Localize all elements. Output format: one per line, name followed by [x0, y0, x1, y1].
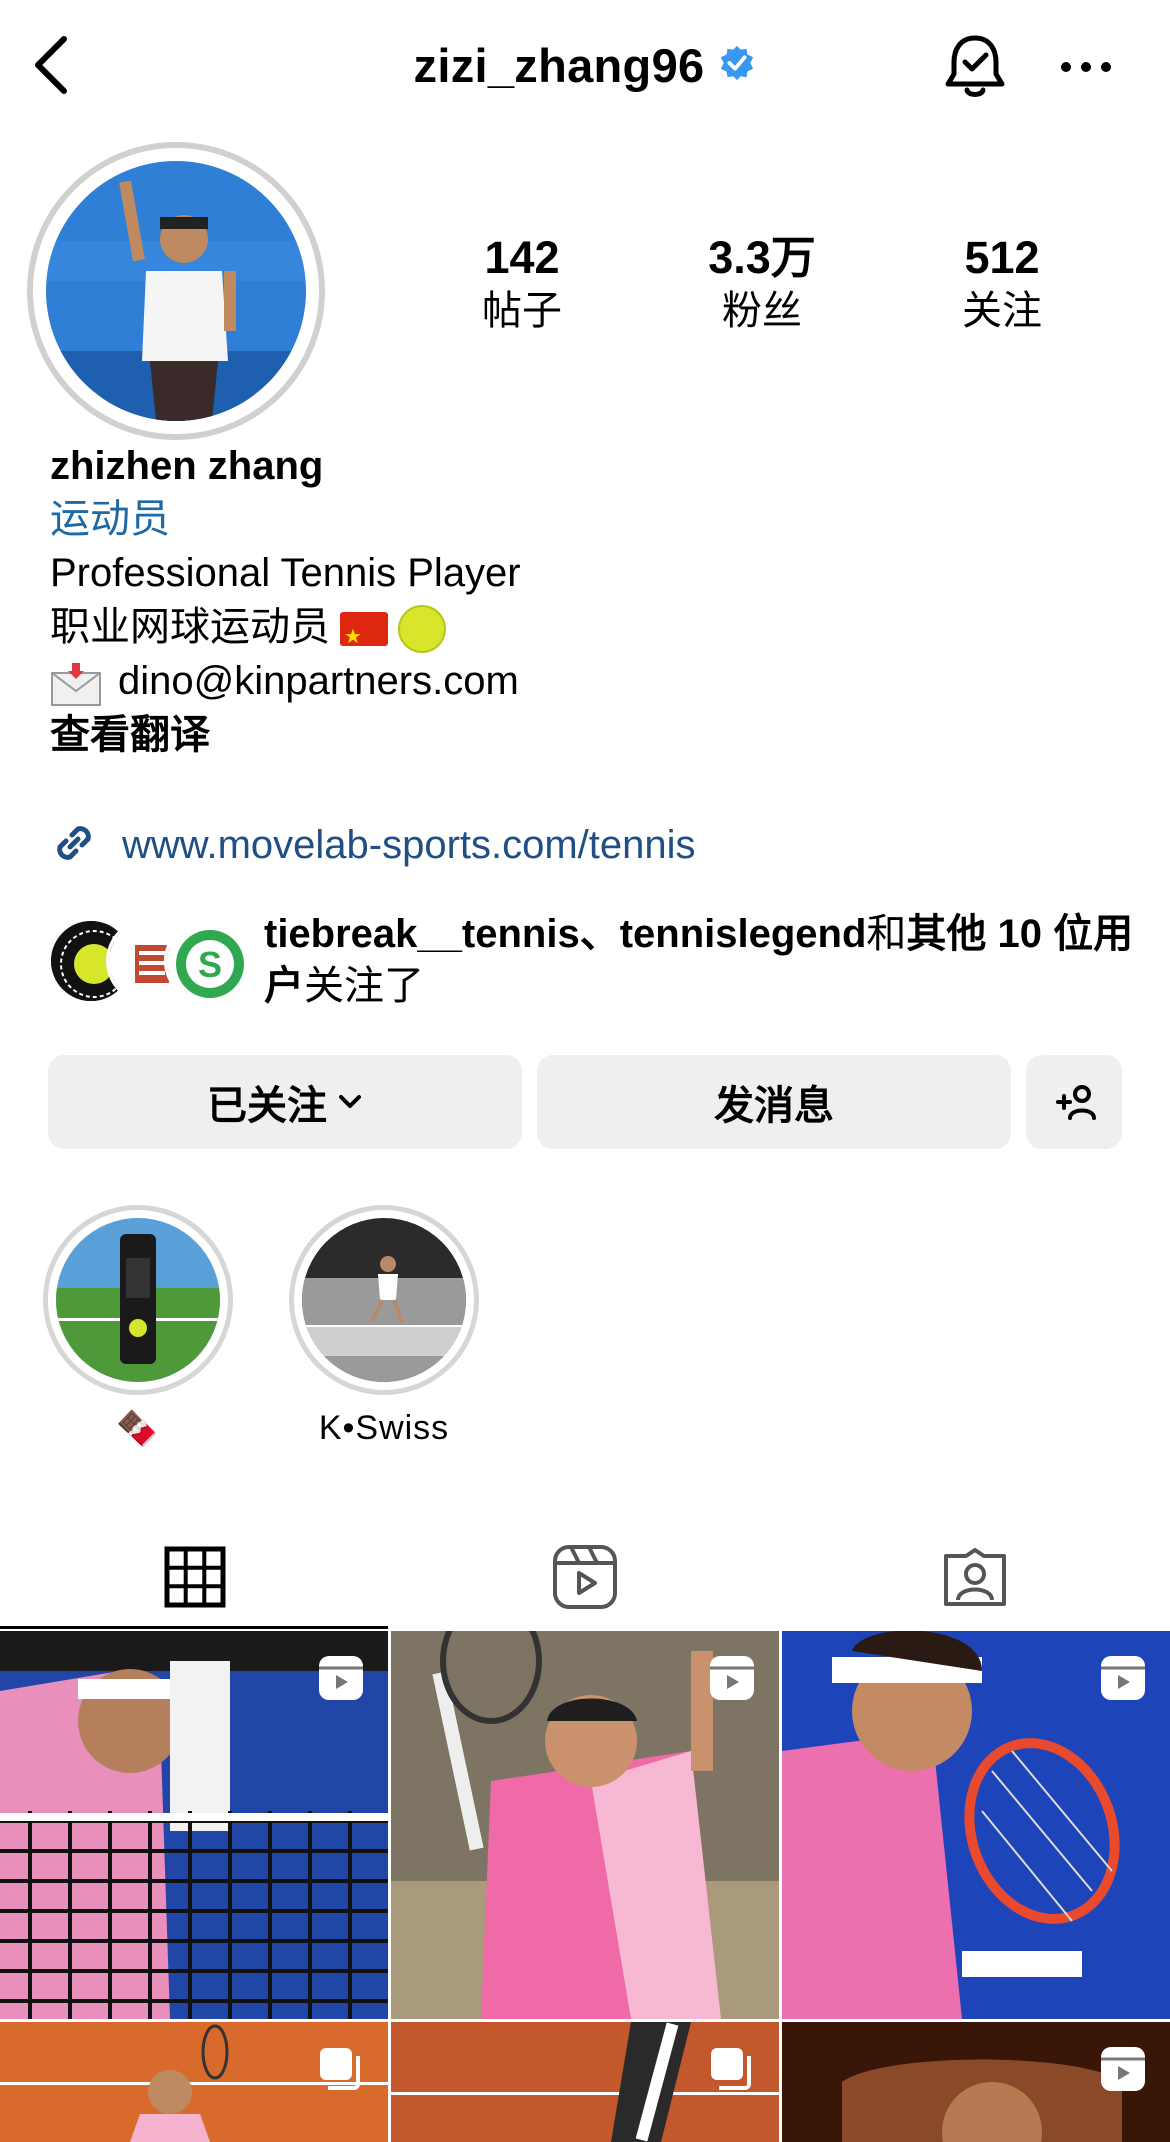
posts-label: 帖子 — [482, 289, 562, 333]
bio-email[interactable]: dino@kinpartners.com — [118, 659, 519, 703]
highlight-label: K•Swiss — [318, 1409, 450, 1447]
bio-line-2: 职业网球运动员 — [50, 605, 330, 649]
followed-by-avatars: S — [48, 918, 250, 1006]
bio-line-1: Professional Tennis Player — [50, 551, 521, 595]
envelope-icon — [50, 663, 102, 707]
top-bar: zizi_zhang96 — [0, 0, 1170, 134]
tab-tagged[interactable] — [780, 1525, 1170, 1629]
profile-bio: zhizhen zhang 运动员 Professional Tennis Pl… — [50, 440, 1140, 762]
suggested-users-button[interactable] — [1026, 1055, 1122, 1149]
external-link[interactable]: www.movelab-sports.com/tennis — [48, 815, 696, 875]
followed-by[interactable]: S tiebreak__tennis、tennislegend和其他 10 位用… — [48, 908, 1138, 1008]
profile-avatar[interactable] — [46, 161, 306, 421]
carousel-badge-icon — [316, 2044, 366, 2094]
link-icon — [48, 817, 100, 874]
followers-stat[interactable]: 3.3万 粉丝 — [662, 232, 862, 336]
post-tile[interactable] — [0, 1631, 388, 2019]
story-highlight-2[interactable]: K•Swiss — [289, 1205, 479, 1448]
add-person-icon — [1050, 1082, 1098, 1122]
posts-stat[interactable]: 142 帖子 — [422, 232, 622, 336]
followed-by-text: tiebreak__tennis、tennislegend和其他 10 位用户关… — [264, 908, 1144, 1012]
follower-avatar-other: S — [164, 918, 250, 1004]
highlight-cover — [302, 1218, 466, 1382]
following-button[interactable]: 已关注 — [48, 1055, 522, 1149]
following-label: 关注 — [962, 289, 1042, 333]
link-url[interactable]: www.movelab-sports.com/tennis — [122, 823, 696, 868]
reel-badge-icon — [707, 1653, 757, 1703]
following-count: 512 — [964, 232, 1040, 283]
profile-category[interactable]: 运动员 — [50, 492, 1140, 546]
highlight-ring — [43, 1205, 233, 1395]
active-tab-indicator — [0, 1626, 388, 1629]
verified-badge-icon — [718, 38, 756, 93]
highlight-label: 🍫 — [116, 1410, 160, 1448]
posts-count: 142 — [484, 232, 560, 283]
post-tile[interactable] — [391, 2022, 779, 2142]
profile-stats: 142 帖子 3.3万 粉丝 512 关注 — [400, 232, 1120, 342]
reel-badge-icon — [316, 1653, 366, 1703]
grid-icon — [164, 1546, 226, 1608]
carousel-badge-icon — [707, 2044, 757, 2094]
followed-by-names: tiebreak__tennis、tennislegend — [264, 912, 867, 956]
post-tile[interactable] — [391, 1631, 779, 2019]
reel-badge-icon — [1098, 1653, 1148, 1703]
tab-reels[interactable] — [390, 1525, 780, 1629]
highlight-cover — [56, 1218, 220, 1382]
username-text: zizi_zhang96 — [413, 39, 705, 92]
followers-count: 3.3万 — [708, 232, 816, 283]
display-name: zhizhen zhang — [50, 444, 324, 488]
message-button[interactable]: 发消息 — [537, 1055, 1011, 1149]
profile-tabs — [0, 1525, 1170, 1629]
reels-icon — [551, 1543, 619, 1611]
message-button-label: 发消息 — [714, 1084, 834, 1128]
followed-by-suffix: 关注了 — [304, 964, 424, 1008]
tab-posts[interactable] — [0, 1525, 390, 1629]
notification-bell-icon[interactable] — [940, 30, 1010, 104]
see-translation-link[interactable]: 查看翻译 — [50, 708, 1140, 762]
tennis-ball-icon — [398, 605, 446, 654]
bio-email-row: dino@kinpartners.com — [50, 654, 1140, 708]
followed-by-and: 和 — [866, 912, 907, 956]
following-stat[interactable]: 512 关注 — [902, 232, 1102, 336]
bio-line-2-row: 职业网球运动员 — [50, 600, 1140, 664]
chevron-down-icon — [337, 1093, 363, 1111]
following-button-label: 已关注 — [207, 1084, 327, 1128]
more-options-icon[interactable] — [1058, 50, 1114, 84]
tagged-icon — [942, 1546, 1008, 1608]
post-tile[interactable] — [782, 2022, 1170, 2142]
svg-text:S: S — [198, 944, 222, 985]
followers-label: 粉丝 — [722, 289, 802, 333]
highlight-ring — [289, 1205, 479, 1395]
china-flag-icon — [340, 610, 388, 664]
reel-badge-icon — [1098, 2044, 1148, 2094]
post-tile[interactable] — [782, 1631, 1170, 2019]
story-highlight-1[interactable]: 🍫 — [43, 1205, 233, 1449]
post-tile[interactable] — [0, 2022, 388, 2142]
